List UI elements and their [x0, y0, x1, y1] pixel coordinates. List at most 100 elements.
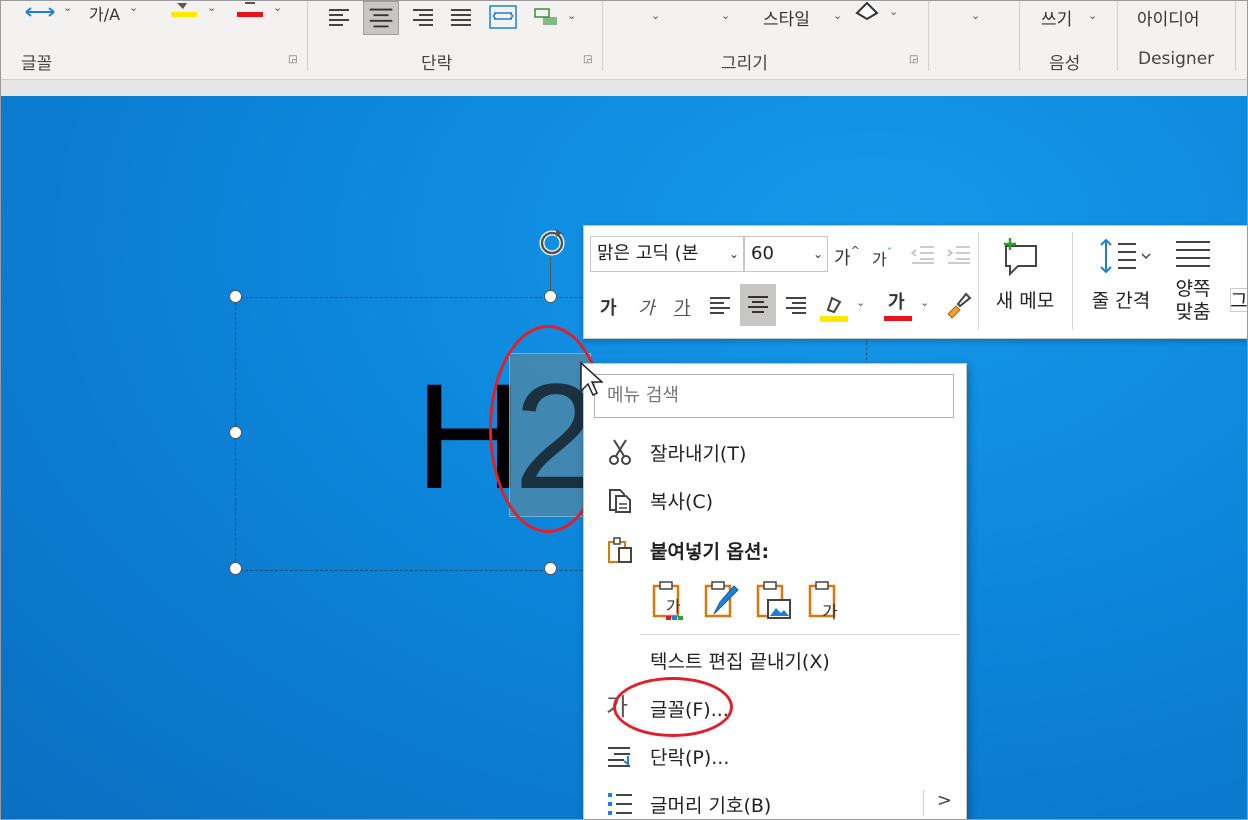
dictate-dropdown[interactable]: ⌄	[1088, 9, 1097, 22]
paste-use-destination-theme-icon[interactable]: 가	[650, 578, 690, 622]
chevron-down-icon[interactable]: ⌄	[813, 237, 823, 271]
decrease-indent-icon[interactable]	[910, 244, 936, 266]
highlight-dropdown[interactable]: ⌄	[207, 1, 216, 14]
font-name-combobox[interactable]: 맑은 고딕 (본 ⌄	[590, 236, 744, 272]
menu-item-paste-options: 붙여넣기 옵션:	[584, 528, 966, 570]
menu-item-label: 복사(C)	[650, 491, 714, 513]
italic-button[interactable]: 가	[638, 294, 655, 320]
chevron-right-icon[interactable]: >	[937, 790, 952, 811]
justify-label-line2: 맞춤	[1175, 301, 1211, 323]
bold-button[interactable]: 가	[600, 294, 617, 320]
underline-button[interactable]: 가	[674, 294, 691, 320]
new-comment-icon[interactable]	[998, 236, 1044, 276]
paragraph-dialog-launcher-icon[interactable]: ◲	[583, 55, 594, 66]
justify-label[interactable]: 양쪽 맞춤	[1170, 278, 1216, 324]
align-left-icon[interactable]	[327, 5, 351, 29]
justify-icon[interactable]	[1174, 238, 1212, 272]
paste-option-glyph: 가	[666, 597, 681, 616]
mouse-cursor-icon	[580, 361, 603, 397]
menu-item-label: 글머리 기호(B)	[650, 795, 772, 817]
new-comment-label[interactable]: 새 메모	[986, 290, 1064, 313]
font-color-dropdown[interactable]: ⌄	[920, 296, 929, 309]
line-spacing-label[interactable]: 줄 간격	[1084, 290, 1158, 313]
font-color-button[interactable]: 가	[888, 288, 905, 314]
grow-font-icon[interactable]: 가^	[834, 244, 860, 270]
align-center-button[interactable]	[740, 284, 776, 326]
font-color-dropdown[interactable]: ⌄	[273, 1, 282, 14]
align-center-icon[interactable]	[363, 1, 399, 35]
menu-item-label: 단락(P)...	[650, 747, 730, 769]
resize-handle-bottom-left[interactable]	[229, 562, 242, 575]
resize-handle-top-left[interactable]	[229, 290, 242, 303]
group-separator	[1019, 1, 1020, 71]
change-case-icon[interactable]: 가/A	[89, 1, 120, 25]
group-label-voice: 음성	[1049, 54, 1081, 74]
shrink-font-icon[interactable]: 가ˇ	[872, 246, 892, 270]
menu-divider	[640, 634, 960, 635]
quick-styles-button[interactable]: 스타일	[763, 5, 810, 30]
highlight-dropdown[interactable]: ⌄	[856, 296, 865, 309]
mini-toolbar: 맑은 고딕 (본 ⌄ 60 ⌄ 가^ 가ˇ 가 가 가 ⌄ 가 ⌄ 새 메모 줄…	[583, 225, 1247, 339]
ribbon: ⌄ 가/A ⌄ ⌄ ⌄ 글꼴 ◲ ⌄ 단락 ◲ ⌄ ⌄ 스타일 ⌄ ⌄ 그리기 …	[1, 1, 1247, 79]
font-size-combobox[interactable]: 60 ⌄	[744, 236, 828, 272]
increase-indent-icon[interactable]	[946, 244, 972, 266]
convert-to-smartart-icon[interactable]	[533, 5, 561, 29]
editing-dropdown[interactable]: ⌄	[971, 9, 980, 22]
change-case-dropdown[interactable]: ⌄	[129, 1, 138, 14]
highlight-color-icon[interactable]	[820, 290, 848, 322]
highlight-color-icon[interactable]	[171, 1, 197, 17]
shape-fill-dropdown[interactable]: ⌄	[889, 5, 898, 18]
submenu-separator	[923, 790, 924, 816]
align-right-icon[interactable]	[784, 294, 808, 318]
resize-handle-bottom-center[interactable]	[544, 562, 557, 575]
distributed-icon[interactable]	[489, 5, 517, 29]
quick-styles-dropdown[interactable]: ⌄	[833, 9, 842, 22]
menu-search-input[interactable]: 메뉴 검색	[594, 374, 954, 418]
group-separator	[928, 1, 929, 71]
grow-font-glyph: 가	[834, 248, 851, 269]
font-color-icon[interactable]	[237, 1, 263, 17]
resize-handle-middle-left[interactable]	[229, 426, 242, 439]
paste-keep-text-only-icon[interactable]: 가	[806, 578, 846, 622]
group-separator	[1117, 1, 1118, 71]
chevron-down-icon[interactable]: ⌄	[729, 237, 739, 271]
menu-item-exit-text-edit[interactable]: 텍스트 편집 끝내기(X)	[584, 638, 966, 680]
menu-item-bullets[interactable]: 글머리 기호(B) >	[584, 782, 966, 819]
line-spacing-icon[interactable]	[1096, 236, 1152, 276]
shapes-dropdown[interactable]: ⌄	[651, 9, 660, 22]
drawing-dialog-launcher-icon[interactable]: ◲	[909, 55, 920, 66]
paste-keep-source-formatting-icon[interactable]	[702, 578, 742, 622]
scissors-icon	[609, 439, 631, 465]
group-separator	[1235, 1, 1236, 71]
font-dialog-launcher-icon[interactable]: ◲	[288, 55, 299, 66]
group-separator	[307, 1, 308, 71]
font-name-value: 맑은 고딕 (본	[597, 243, 699, 264]
menu-item-cut[interactable]: 잘라내기(T)	[584, 430, 966, 472]
menu-search-placeholder: 메뉴 검색	[607, 385, 679, 406]
menu-item-paragraph[interactable]: 단락(P)...	[584, 734, 966, 776]
italic-glyph: 가	[638, 298, 655, 319]
arrange-dropdown[interactable]: ⌄	[721, 9, 730, 22]
design-ideas-button[interactable]: 아이디어	[1137, 5, 1200, 30]
paste-picture-icon[interactable]	[754, 578, 794, 622]
paragraph-icon	[608, 747, 630, 767]
character-spacing-icon[interactable]	[23, 3, 59, 21]
resize-handle-top-center[interactable]	[544, 290, 557, 303]
paste-option-glyph: 가	[822, 603, 838, 622]
annotation-ellipse-font-item	[613, 677, 733, 737]
character-spacing-dropdown[interactable]: ⌄	[63, 1, 72, 14]
align-right-icon[interactable]	[411, 5, 435, 29]
rotate-handle-icon[interactable]	[536, 226, 568, 258]
format-painter-icon[interactable]	[944, 290, 972, 320]
shape-fill-icon[interactable]	[853, 1, 883, 23]
smartart-dropdown[interactable]: ⌄	[567, 9, 576, 22]
justify-label-line1: 양쪽	[1175, 278, 1211, 300]
context-menu: 메뉴 검색 잘라내기(T) 복사(C) 붙여넣기 옵션: 가 가 텍스트 편집 …	[583, 363, 967, 819]
align-left-icon[interactable]	[708, 294, 732, 318]
justify-icon[interactable]	[449, 5, 473, 29]
menu-item-label: 텍스트 편집 끝내기(X)	[650, 651, 830, 673]
toolbar-separator	[1072, 232, 1073, 330]
dictate-button[interactable]: 쓰기	[1041, 5, 1072, 30]
menu-item-label: 붙여넣기 옵션:	[650, 541, 770, 563]
menu-item-copy[interactable]: 복사(C)	[584, 478, 966, 520]
